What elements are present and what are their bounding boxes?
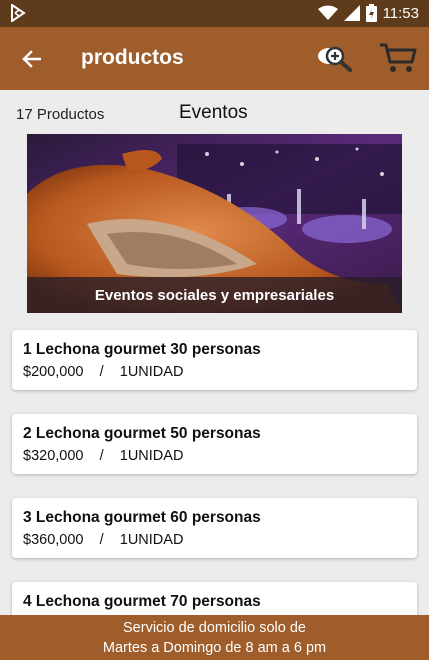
footer-line-1: Servicio de domicilio solo de bbox=[123, 620, 306, 636]
product-unit: 1UNIDAD bbox=[119, 532, 184, 548]
product-price-row: $200,000 / 1UNIDAD bbox=[23, 364, 183, 380]
product-price: $360,000 bbox=[23, 532, 84, 548]
delivery-footer: Servicio de domicilio solo de Martes a D… bbox=[0, 615, 429, 660]
wifi-icon bbox=[317, 5, 338, 21]
price-separator: / bbox=[99, 364, 104, 380]
product-count: 17 Productos bbox=[16, 106, 105, 123]
search-plus-icon[interactable] bbox=[315, 42, 355, 74]
price-separator: / bbox=[99, 532, 104, 548]
product-price-row: $320,000 / 1UNIDAD bbox=[23, 448, 183, 464]
status-bar: 11:53 bbox=[0, 0, 429, 27]
signal-icon bbox=[343, 5, 360, 21]
product-name: 3 Lechona gourmet 60 personas bbox=[23, 509, 261, 526]
product-unit: 1UNIDAD bbox=[119, 448, 184, 464]
product-unit: 1UNIDAD bbox=[119, 364, 184, 380]
banner-caption-strip: Eventos sociales y empresariales bbox=[27, 277, 402, 313]
product-name: 1 Lechona gourmet 30 personas bbox=[23, 341, 261, 358]
app-bar: productos bbox=[0, 27, 429, 90]
product-price: $320,000 bbox=[23, 448, 84, 464]
product-name: 2 Lechona gourmet 50 personas bbox=[23, 425, 261, 442]
status-time: 11:53 bbox=[382, 4, 419, 22]
back-arrow-icon[interactable] bbox=[14, 43, 48, 75]
product-card[interactable]: 1 Lechona gourmet 30 personas $200,000 /… bbox=[12, 330, 417, 390]
product-price-row: $360,000 / 1UNIDAD bbox=[23, 532, 183, 548]
product-name: 4 Lechona gourmet 70 personas bbox=[23, 593, 261, 610]
price-separator: / bbox=[99, 448, 104, 464]
sub-header: 17 Productos Eventos bbox=[0, 90, 429, 128]
page-title: productos bbox=[81, 46, 184, 69]
product-card[interactable]: 3 Lechona gourmet 60 personas $360,000 /… bbox=[12, 498, 417, 558]
category-title: Eventos bbox=[179, 102, 248, 123]
cart-icon[interactable] bbox=[378, 41, 418, 75]
category-banner: Eventos sociales y empresariales bbox=[27, 134, 402, 313]
product-price: $200,000 bbox=[23, 364, 84, 380]
footer-line-2: Martes a Domingo de 8 am a 6 pm bbox=[102, 640, 327, 656]
battery-icon bbox=[365, 4, 377, 22]
play-store-icon bbox=[10, 3, 26, 27]
banner-caption: Eventos sociales y empresariales bbox=[94, 286, 335, 304]
product-card[interactable]: 2 Lechona gourmet 50 personas $320,000 /… bbox=[12, 414, 417, 474]
